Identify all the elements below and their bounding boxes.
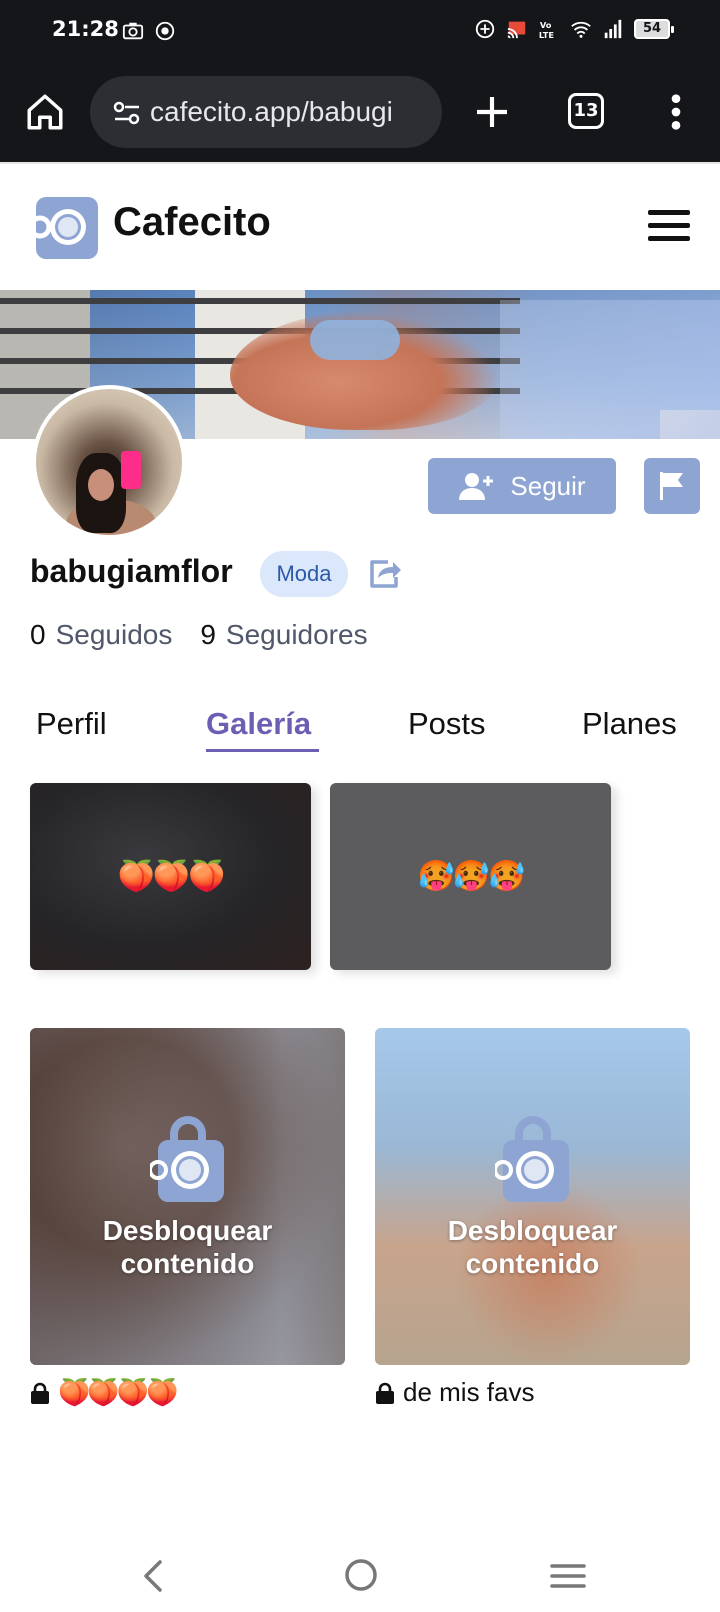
url-text: cafecito.app/babugi <box>150 96 393 127</box>
svg-text:Vo: Vo <box>540 20 552 30</box>
battery-icon: 54 <box>634 19 674 39</box>
svg-text:LTE: LTE <box>539 30 555 40</box>
more-options-icon[interactable] <box>664 92 688 132</box>
unlock-content-label: Desbloquear contenido <box>447 1215 618 1279</box>
back-icon[interactable] <box>140 1558 168 1594</box>
brand-name[interactable]: Cafecito <box>113 200 271 245</box>
gallery-album-card[interactable]: 🍑🍑🍑 <box>30 783 311 970</box>
system-navigation-bar <box>0 1540 720 1612</box>
category-badge[interactable]: Moda <box>260 551 348 597</box>
followers-count[interactable]: 9 Seguidores <box>200 619 367 651</box>
site-header: Cafecito <box>0 162 720 290</box>
browser-toolbar: cafecito.app/babugi 13 <box>0 62 720 162</box>
gallery-album-title: 🍑🍑🍑 <box>117 859 225 894</box>
recents-menu-icon[interactable] <box>550 1562 586 1590</box>
locked-post-card[interactable]: Desbloquear contenido <box>375 1028 690 1365</box>
signal-icon <box>604 19 622 39</box>
tab-planes[interactable]: Planes <box>582 706 677 742</box>
add-user-icon <box>459 473 494 500</box>
site-settings-icon[interactable] <box>112 100 142 126</box>
follow-counts: 0 Seguidos 9 Seguidores <box>30 619 396 651</box>
camera-icon <box>122 22 144 40</box>
gallery-album-card[interactable]: 🥵🥵🥵 <box>330 783 611 970</box>
status-time: 21:28 <box>52 17 119 41</box>
following-count[interactable]: 0 Seguidos <box>30 619 172 651</box>
unlock-content-label: Desbloquear contenido <box>102 1215 273 1279</box>
record-icon <box>155 21 175 41</box>
follow-button[interactable]: Seguir <box>428 458 616 514</box>
tab-posts[interactable]: Posts <box>408 706 486 742</box>
gallery-album-title: 🥵🥵🥵 <box>417 859 525 894</box>
caption-text: 🍑🍑🍑🍑 <box>58 1377 178 1407</box>
active-tab-indicator <box>206 749 319 752</box>
locked-post-card[interactable]: Desbloquear contenido <box>30 1028 345 1365</box>
caption-text: de mis favs <box>403 1377 535 1407</box>
address-bar[interactable]: cafecito.app/babugi <box>90 76 442 148</box>
wifi-icon <box>571 21 591 38</box>
hamburger-menu-icon[interactable] <box>648 208 690 244</box>
follow-label: Seguir <box>510 470 586 501</box>
volte-icon: VoLTE <box>539 20 555 40</box>
cast-icon <box>507 21 526 39</box>
tab-perfil[interactable]: Perfil <box>36 706 107 742</box>
locked-post-caption: de mis favs <box>375 1377 535 1408</box>
profile-username: babugiamflor <box>30 553 233 589</box>
locked-cup-icon <box>494 1116 569 1202</box>
flag-icon <box>660 472 683 500</box>
profile-avatar[interactable] <box>32 385 186 539</box>
cafecito-logo-icon[interactable] <box>30 197 98 259</box>
locked-post-caption: 🍑🍑🍑🍑 <box>30 1377 178 1408</box>
profile-tabs: Perfil Galería Posts Planes <box>0 700 720 760</box>
report-button[interactable] <box>644 458 700 514</box>
home-icon[interactable] <box>24 91 66 133</box>
home-circle-icon[interactable] <box>344 1558 378 1592</box>
new-tab-icon[interactable] <box>472 92 512 132</box>
locked-cup-icon <box>149 1116 224 1202</box>
padlock-icon <box>376 1382 394 1404</box>
data-saver-icon <box>475 19 495 39</box>
status-bar: 21:28 Vo LTE 54 <box>0 0 720 62</box>
share-icon[interactable] <box>366 556 402 590</box>
tab-switcher-button[interactable]: 13 <box>568 93 604 129</box>
tab-galeria[interactable]: Galería <box>206 706 311 742</box>
padlock-icon <box>31 1382 49 1404</box>
